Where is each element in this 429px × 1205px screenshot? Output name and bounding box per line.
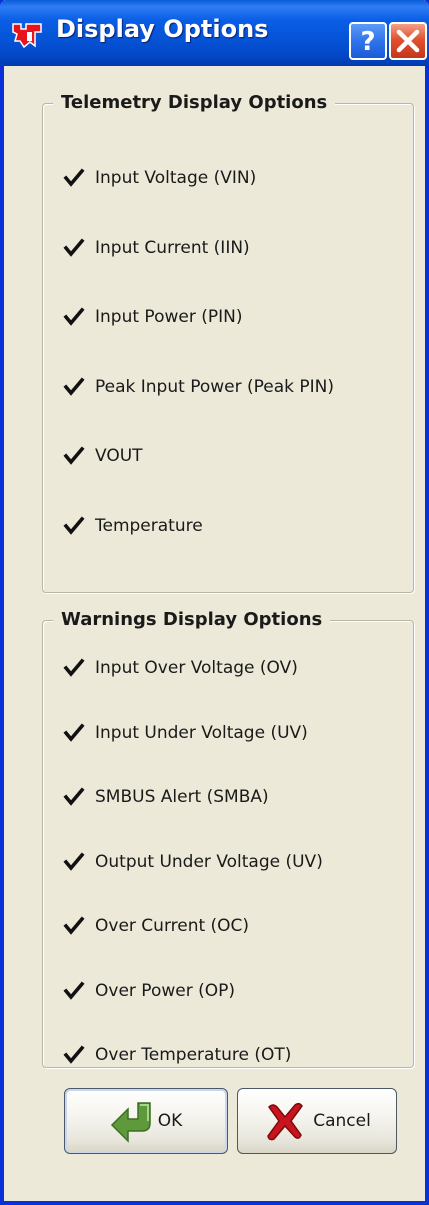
checkmark-icon	[63, 658, 85, 677]
checkbox-vout[interactable]: VOUT	[63, 441, 143, 471]
checkmark-icon	[63, 787, 85, 806]
checkbox-box[interactable]	[63, 306, 85, 328]
checkbox-label: Input Voltage (VIN)	[95, 168, 257, 188]
green-arrow-icon	[110, 1102, 151, 1143]
red-x-icon	[267, 1102, 304, 1141]
checkbox-label: Peak Input Power (Peak PIN)	[95, 376, 335, 397]
checkbox-label: Over Power (OP)	[95, 980, 235, 1001]
ti-logo-icon	[12, 23, 42, 49]
checkbox-label: Output Under Voltage (UV)	[95, 851, 323, 872]
checkbox-label: Input Under Voltage (UV)	[95, 722, 308, 743]
telemetry-group-legend: Telemetry Display Options	[53, 90, 336, 116]
checkbox-label: SMBUS Alert (SMBA)	[95, 787, 269, 807]
ok-button[interactable]: OK	[64, 1088, 228, 1154]
checkbox-over-temperature-ot[interactable]: Over Temperature (OT)	[63, 1040, 291, 1070]
checkmark-icon	[63, 376, 85, 396]
checkbox-label: VOUT	[95, 446, 143, 466]
checkbox-box[interactable]	[63, 1044, 85, 1066]
telemetry-group: Telemetry Display Options Input Voltage …	[42, 90, 414, 593]
help-icon: ?	[360, 27, 375, 57]
checkbox-label: Over Current (OC)	[95, 916, 250, 936]
checkbox-label: Over Temperature (OT)	[95, 1045, 292, 1065]
ok-button-label: OK	[157, 1111, 183, 1131]
checkbox-input-over-voltage-ov[interactable]: Input Over Voltage (OV)	[63, 653, 298, 683]
checkbox-peak-input-power-peak-pin[interactable]: Peak Input Power (Peak PIN)	[63, 372, 334, 402]
checkmark-icon	[63, 722, 85, 742]
checkbox-label: Input Over Voltage (OV)	[95, 658, 298, 678]
checkmark-icon	[63, 916, 85, 935]
checkbox-box[interactable]	[63, 722, 85, 744]
checkmark-icon	[63, 307, 85, 326]
checkbox-input-current-iin[interactable]: Input Current (IIN)	[63, 233, 250, 263]
checkbox-box[interactable]	[63, 237, 85, 259]
display-options-window: Display Options ? Telemetry Display Opti…	[0, 0, 429, 1205]
title-bar[interactable]: Display Options ?	[0, 0, 429, 66]
window-title: Display Options	[56, 15, 269, 43]
checkbox-over-current-oc[interactable]: Over Current (OC)	[63, 911, 249, 941]
warnings-group-legend: Warnings Display Options	[53, 607, 331, 633]
svg-text:?: ?	[360, 27, 375, 57]
checkmark-icon	[63, 980, 85, 1000]
checkbox-label: Temperature	[95, 515, 203, 536]
checkbox-temperature[interactable]: Temperature	[63, 511, 203, 541]
cancel-button[interactable]: Cancel	[237, 1088, 397, 1154]
checkbox-over-power-op[interactable]: Over Power (OP)	[63, 976, 235, 1006]
checkmark-icon	[63, 168, 85, 187]
checkmark-icon	[63, 515, 85, 535]
checkbox-output-under-voltage-uv[interactable]: Output Under Voltage (UV)	[63, 847, 323, 877]
checkmark-icon	[63, 237, 85, 257]
checkbox-box[interactable]	[63, 515, 85, 537]
checkbox-box[interactable]	[63, 376, 85, 398]
cancel-button-label: Cancel	[313, 1111, 371, 1131]
checkbox-label: Input Power (PIN)	[95, 307, 243, 327]
warnings-group: Warnings Display Options Input Over Volt…	[42, 607, 414, 1070]
checkbox-input-under-voltage-uv[interactable]: Input Under Voltage (UV)	[63, 718, 308, 748]
checkbox-box[interactable]	[63, 657, 85, 679]
checkbox-box[interactable]	[63, 980, 85, 1002]
checkbox-box[interactable]	[63, 915, 85, 937]
checkbox-input-voltage-vin[interactable]: Input Voltage (VIN)	[63, 163, 256, 193]
checkbox-label: Input Current (IIN)	[95, 237, 250, 258]
checkbox-box[interactable]	[63, 445, 85, 467]
checkbox-box[interactable]	[63, 851, 85, 873]
checkmark-icon	[63, 446, 85, 465]
checkbox-box[interactable]	[63, 167, 85, 189]
checkbox-smbus-alert-smba[interactable]: SMBUS Alert (SMBA)	[63, 782, 269, 812]
help-button[interactable]: ?	[349, 22, 387, 60]
close-icon	[396, 29, 420, 53]
checkbox-input-power-pin[interactable]: Input Power (PIN)	[63, 302, 242, 332]
checkmark-icon	[63, 1045, 85, 1064]
close-button[interactable]	[389, 22, 427, 60]
checkbox-box[interactable]	[63, 786, 85, 808]
checkmark-icon	[63, 851, 85, 871]
